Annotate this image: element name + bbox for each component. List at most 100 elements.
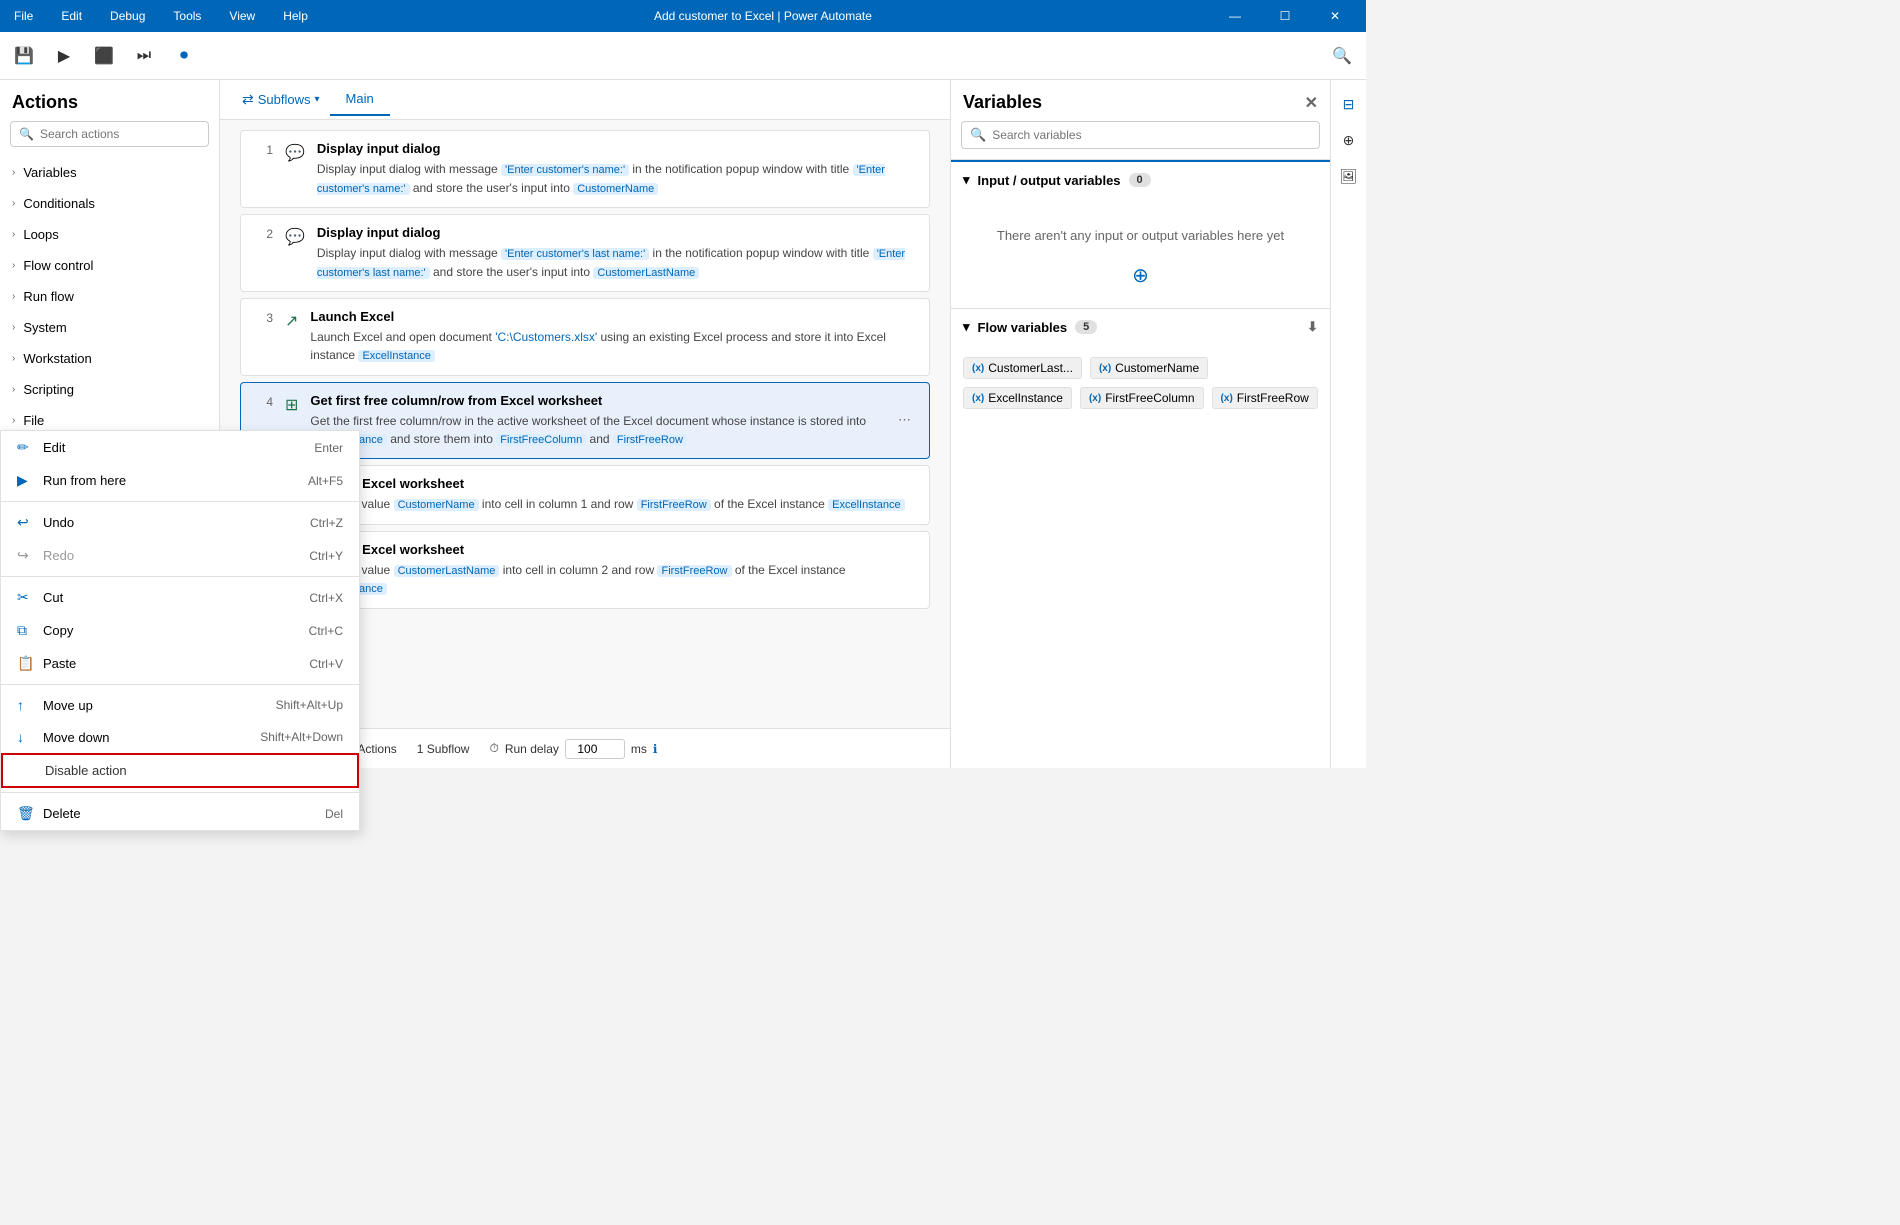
right-panel-icons: ⊟ ⊕ 🖼 [1330,80,1366,768]
category-loops[interactable]: › Loops [0,219,219,250]
flow-number: 3 [253,309,273,325]
flow-number: 4 [253,393,273,409]
add-variable-button[interactable]: ⊕ [967,253,1314,298]
category-system[interactable]: › System [0,312,219,343]
category-label: Variables [23,165,76,180]
var-badge: FirstFreeRow [637,499,711,511]
cut-icon: ✂ [17,589,33,606]
ctx-undo[interactable]: ↩ Undo Ctrl+Z [1,506,220,539]
ctx-disable-action[interactable]: Disable action [1,753,220,768]
var-badge: CustomerLastName [593,267,699,279]
ctx-paste[interactable]: 📋 Paste Ctrl+V [1,647,220,680]
category-flow-control[interactable]: › Flow control [0,250,219,281]
category-run-flow[interactable]: › Run flow [0,281,219,312]
run-button[interactable]: ▶ [48,40,80,72]
flow-desc: Get the first free column/row in the act… [310,412,880,449]
category-label: Workstation [23,351,91,366]
flow-item[interactable]: 2 💬 Display input dialog Display input d… [240,214,930,292]
toolbar: 💾 ▶ ⬛ ⏭ ⏺ 🔍 [0,32,1366,80]
tab-main[interactable]: Main [330,83,390,116]
flow-var-item[interactable]: (x) CustomerName [1090,357,1208,379]
var-badge: 'Enter customer's name:' [501,164,629,176]
chevron-right-icon: › [12,415,15,426]
main-content: Actions 🔍 › Variables › Conditionals › L… [0,80,1366,768]
menu-help[interactable]: Help [277,5,314,27]
menu-debug[interactable]: Debug [104,5,151,27]
flow-item[interactable]: 1 💬 Display input dialog Display input d… [240,130,930,208]
toolbar-search-button[interactable]: 🔍 [1326,40,1358,72]
maximize-button[interactable]: ☐ [1262,0,1308,32]
image-icon-button[interactable]: 🖼 [1333,160,1365,192]
flow-desc: Write the value CustomerName into cell i… [310,495,917,514]
variables-toggle-button[interactable]: ⊟ [1333,88,1365,120]
var-name: ExcelInstance [988,391,1063,405]
tabs-bar: ⇄ Subflows ▾ Main [220,80,950,120]
ctx-undo-label: Undo [43,515,74,530]
category-label: Conditionals [23,196,95,211]
variables-header: Variables ✕ [951,80,1330,121]
category-scripting[interactable]: › Scripting [0,374,219,405]
category-conditionals[interactable]: › Conditionals [0,188,219,219]
record-button[interactable]: ⏺ [168,40,200,72]
category-label: Scripting [23,382,74,397]
flow-desc: Display input dialog with message 'Enter… [317,160,917,197]
separator [1,501,220,502]
flow-vars-grid: (x) CustomerLast... (x) CustomerName (x)… [951,345,1330,421]
variables-close-button[interactable]: ✕ [1305,93,1318,113]
menu-edit[interactable]: Edit [55,5,88,27]
actions-search-input[interactable] [40,127,200,141]
flow-vars-header[interactable]: ▾ Flow variables 5 ⬇ [951,309,1330,345]
run-next-button[interactable]: ⏭ [128,40,160,72]
excel-icon: ⊞ [285,393,298,415]
close-button[interactable]: ✕ [1312,0,1358,32]
undo-icon: ↩ [17,514,33,531]
chevron-right-icon: › [12,322,15,333]
subflows-icon: ⇄ [242,91,254,108]
ctx-copy-label: Copy [43,623,73,638]
ctx-cut[interactable]: ✂ Cut Ctrl+X [1,581,220,614]
variables-search-input[interactable] [992,128,1311,142]
input-output-count: 0 [1129,173,1151,187]
flow-var-item[interactable]: (x) FirstFreeColumn [1080,387,1204,409]
actions-search-box[interactable]: 🔍 [10,121,209,147]
flow-var-item[interactable]: (x) ExcelInstance [963,387,1072,409]
category-variables[interactable]: › Variables [0,157,219,188]
flow-desc: Launch Excel and open document 'C:\Custo… [310,328,917,365]
copy-icon: ⧉ [17,622,33,639]
ctx-redo[interactable]: ↪ Redo Ctrl+Y [1,539,220,572]
var-badge: ExcelInstance [358,350,434,362]
ctx-move-up-label: Move up [43,698,93,713]
save-button[interactable]: 💾 [8,40,40,72]
var-badge: CustomerLastName [394,565,500,577]
menu-file[interactable]: File [8,5,39,27]
ctx-move-up[interactable]: ↑ Move up Shift+Alt+Up [1,689,220,721]
flow-var-item[interactable]: (x) CustomerLast... [963,357,1082,379]
flow-item[interactable]: 3 ↗ Launch Excel Launch Excel and open d… [240,298,930,376]
layers-icon-button[interactable]: ⊕ [1333,124,1365,156]
var-badge: FirstFreeColumn [496,434,586,446]
info-icon: ℹ [653,742,658,756]
input-output-header[interactable]: ▾ Input / output variables 0 [951,162,1330,198]
chevron-right-icon: › [12,198,15,209]
category-workstation[interactable]: › Workstation [0,343,219,374]
context-menu: ✏ Edit Enter ▶ Run from here Alt+F5 ↩ Un… [0,430,220,768]
more-options-button[interactable]: ⋯ [892,410,917,430]
run-icon: ▶ [17,472,33,489]
variables-search-box[interactable]: 🔍 [961,121,1320,149]
ctx-move-down[interactable]: ↓ Move down Shift+Alt+Down [1,721,220,753]
stop-button[interactable]: ⬛ [88,40,120,72]
run-delay-input[interactable] [565,739,625,759]
move-up-icon: ↑ [17,697,33,713]
flow-body: Display input dialog Display input dialo… [317,225,917,281]
chevron-right-icon: › [12,260,15,271]
menu-view[interactable]: View [223,5,261,27]
subflows-button[interactable]: ⇄ Subflows ▾ [232,85,330,114]
window-controls: — ☐ ✕ [1212,0,1358,32]
ctx-copy[interactable]: ⧉ Copy Ctrl+C [1,614,220,647]
ctx-run-from-here[interactable]: ▶ Run from here Alt+F5 [1,464,220,497]
filter-icon[interactable]: ⬇ [1307,319,1318,335]
ctx-edit[interactable]: ✏ Edit Enter [1,431,220,464]
menu-tools[interactable]: Tools [167,5,207,27]
flow-var-item[interactable]: (x) FirstFreeRow [1212,387,1318,409]
minimize-button[interactable]: — [1212,0,1258,32]
